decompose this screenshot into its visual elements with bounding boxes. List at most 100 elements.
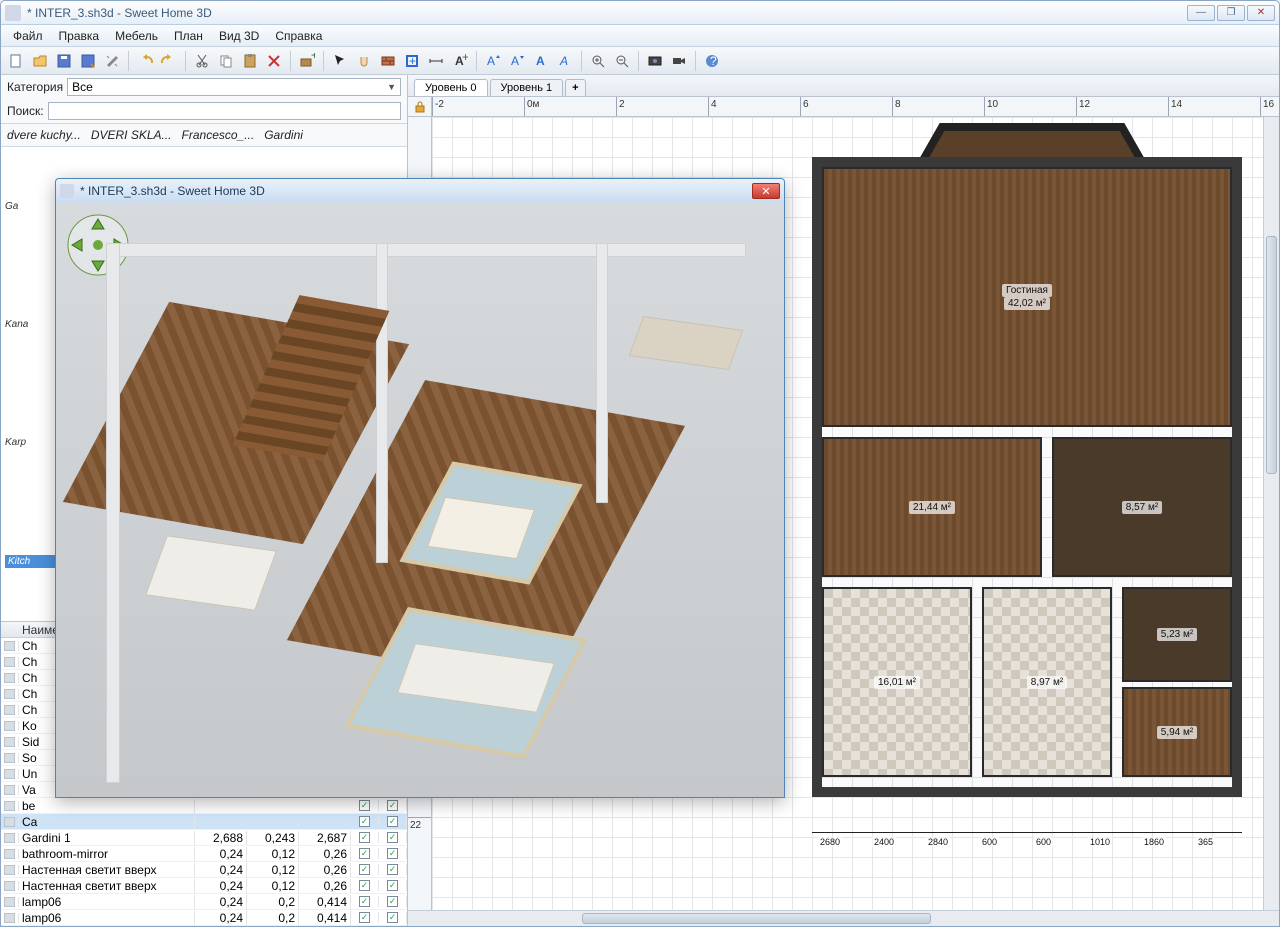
table-row[interactable]: Gardini 12,6880,2432,687✓✓ (1, 830, 407, 846)
room-7[interactable]: 5,94 м² (1122, 687, 1232, 777)
dimension-tool-icon[interactable] (425, 50, 447, 72)
scroll-thumb[interactable] (582, 913, 930, 924)
row-locked-checkbox[interactable]: ✓ (379, 912, 407, 923)
row-locked-checkbox[interactable]: ✓ (379, 864, 407, 875)
save-as-icon[interactable] (77, 50, 99, 72)
menu-edit[interactable]: Правка (51, 27, 108, 45)
room-2[interactable]: 21,44 м² (822, 437, 1042, 577)
dimension-label: 1010 (1088, 837, 1112, 847)
table-row[interactable]: bathroom-mirror0,240,120,26✓✓ (1, 846, 407, 862)
room-4[interactable]: 16,01 м² (822, 587, 972, 777)
zoom-out-icon[interactable] (611, 50, 633, 72)
add-furniture-icon[interactable]: + (296, 50, 318, 72)
text-italic-icon[interactable]: A (554, 50, 576, 72)
vertical-scrollbar[interactable] (1263, 117, 1279, 910)
video-icon[interactable] (668, 50, 690, 72)
menu-help[interactable]: Справка (267, 27, 330, 45)
zoom-in-icon[interactable] (587, 50, 609, 72)
ruler-tick: 10 (984, 97, 985, 116)
level-add-button[interactable]: + (565, 79, 585, 96)
minimize-button[interactable]: — (1187, 5, 1215, 21)
room-tool-icon[interactable]: + (401, 50, 423, 72)
table-row[interactable]: Настенная светит вверх0,240,120,26✓✓ (1, 878, 407, 894)
level-tab-0[interactable]: Уровень 0 (414, 79, 488, 96)
horizontal-ruler[interactable]: -20м246810121416 (432, 97, 1279, 116)
table-row[interactable]: be✓✓ (1, 798, 407, 814)
search-input[interactable] (48, 102, 401, 120)
level-tab-1[interactable]: Уровень 1 (490, 79, 564, 96)
photo-icon[interactable] (644, 50, 666, 72)
open-icon[interactable] (29, 50, 51, 72)
row-locked-checkbox[interactable]: ✓ (379, 832, 407, 843)
catalog-tab[interactable]: Francesco_... (182, 128, 255, 142)
text-tool-icon[interactable]: A+ (449, 50, 471, 72)
text-smaller-icon[interactable]: A (506, 50, 528, 72)
scroll-thumb[interactable] (1266, 236, 1277, 474)
row-locked-checkbox[interactable]: ✓ (379, 896, 407, 907)
table-row[interactable]: Ca✓✓ (1, 814, 407, 830)
ruler-tick: 0м (524, 97, 525, 116)
3d-viewport[interactable] (56, 203, 784, 797)
table-row[interactable]: lamp060,240,20,414✓✓ (1, 894, 407, 910)
ruler-tick-label: 16 (1263, 99, 1274, 110)
row-visible-checkbox[interactable]: ✓ (351, 896, 379, 907)
row-locked-checkbox[interactable]: ✓ (379, 880, 407, 891)
room-5[interactable]: 8,97 м² (982, 587, 1112, 777)
menu-view3d[interactable]: Вид 3D (211, 27, 267, 45)
wall-tool-icon[interactable] (377, 50, 399, 72)
copy-icon[interactable] (215, 50, 237, 72)
catalog-tab[interactable]: Gardini (264, 128, 303, 142)
redo-icon[interactable] (158, 50, 180, 72)
undo-icon[interactable] (134, 50, 156, 72)
chevron-down-icon: ▼ (387, 82, 396, 92)
help-icon[interactable]: ? (701, 50, 723, 72)
row-locked-checkbox[interactable]: ✓ (379, 800, 407, 811)
room-6[interactable]: 5,23 м² (1122, 587, 1232, 682)
maximize-button[interactable]: ❐ (1217, 5, 1245, 21)
table-row[interactable]: lamp060,240,20,414✓✓ (1, 910, 407, 926)
delete-icon[interactable] (263, 50, 285, 72)
row-visible-checkbox[interactable]: ✓ (351, 848, 379, 859)
3d-close-button[interactable]: ✕ (752, 183, 780, 199)
room-3[interactable]: 8,57 м² (1052, 437, 1232, 577)
row-visible-checkbox[interactable]: ✓ (351, 800, 379, 811)
close-button[interactable]: ✕ (1247, 5, 1275, 21)
3d-titlebar[interactable]: * INTER_3.sh3d - Sweet Home 3D ✕ (56, 179, 784, 203)
menu-plan[interactable]: План (166, 27, 211, 45)
select-tool-icon[interactable] (329, 50, 351, 72)
3d-view-window[interactable]: * INTER_3.sh3d - Sweet Home 3D ✕ (55, 178, 785, 798)
lock-icon[interactable] (414, 101, 426, 113)
row-visible-checkbox[interactable]: ✓ (351, 912, 379, 923)
menu-furn[interactable]: Мебель (107, 27, 166, 45)
pan-tool-icon[interactable] (353, 50, 375, 72)
ruler-tick-label: 14 (1171, 99, 1182, 110)
prefs-icon[interactable] (101, 50, 123, 72)
category-combo[interactable]: Все ▼ (67, 78, 401, 96)
row-visible-checkbox[interactable]: ✓ (351, 864, 379, 875)
new-icon[interactable] (5, 50, 27, 72)
room-living[interactable]: Гостиная 42,02 м² (822, 167, 1232, 427)
menu-file[interactable]: Файл (5, 27, 51, 45)
ruler-tick-label: 0м (527, 99, 539, 110)
row-icon (1, 657, 19, 667)
room-area: 42,02 м² (1004, 297, 1050, 310)
catalog-tab[interactable]: dvere kuchy... (7, 128, 81, 142)
catalog-tab[interactable]: DVERI SKLA... (91, 128, 172, 142)
paste-icon[interactable] (239, 50, 261, 72)
ruler-tick: 22 (408, 817, 431, 818)
catalog-partial-label: Karp (5, 437, 61, 448)
svg-text:A: A (487, 54, 495, 68)
save-icon[interactable] (53, 50, 75, 72)
row-visible-checkbox[interactable]: ✓ (351, 832, 379, 843)
row-locked-checkbox[interactable]: ✓ (379, 848, 407, 859)
text-bigger-icon[interactable]: A (482, 50, 504, 72)
table-row[interactable]: Настенная светит вверх0,240,120,26✓✓ (1, 862, 407, 878)
row-name: bathroom-mirror (19, 847, 195, 861)
row-val-b: 0,2 (247, 911, 299, 925)
row-visible-checkbox[interactable]: ✓ (351, 880, 379, 891)
horizontal-scrollbar[interactable] (408, 910, 1279, 926)
text-bold-icon[interactable]: A (530, 50, 552, 72)
row-visible-checkbox[interactable]: ✓ (351, 816, 379, 827)
cut-icon[interactable] (191, 50, 213, 72)
row-locked-checkbox[interactable]: ✓ (379, 816, 407, 827)
